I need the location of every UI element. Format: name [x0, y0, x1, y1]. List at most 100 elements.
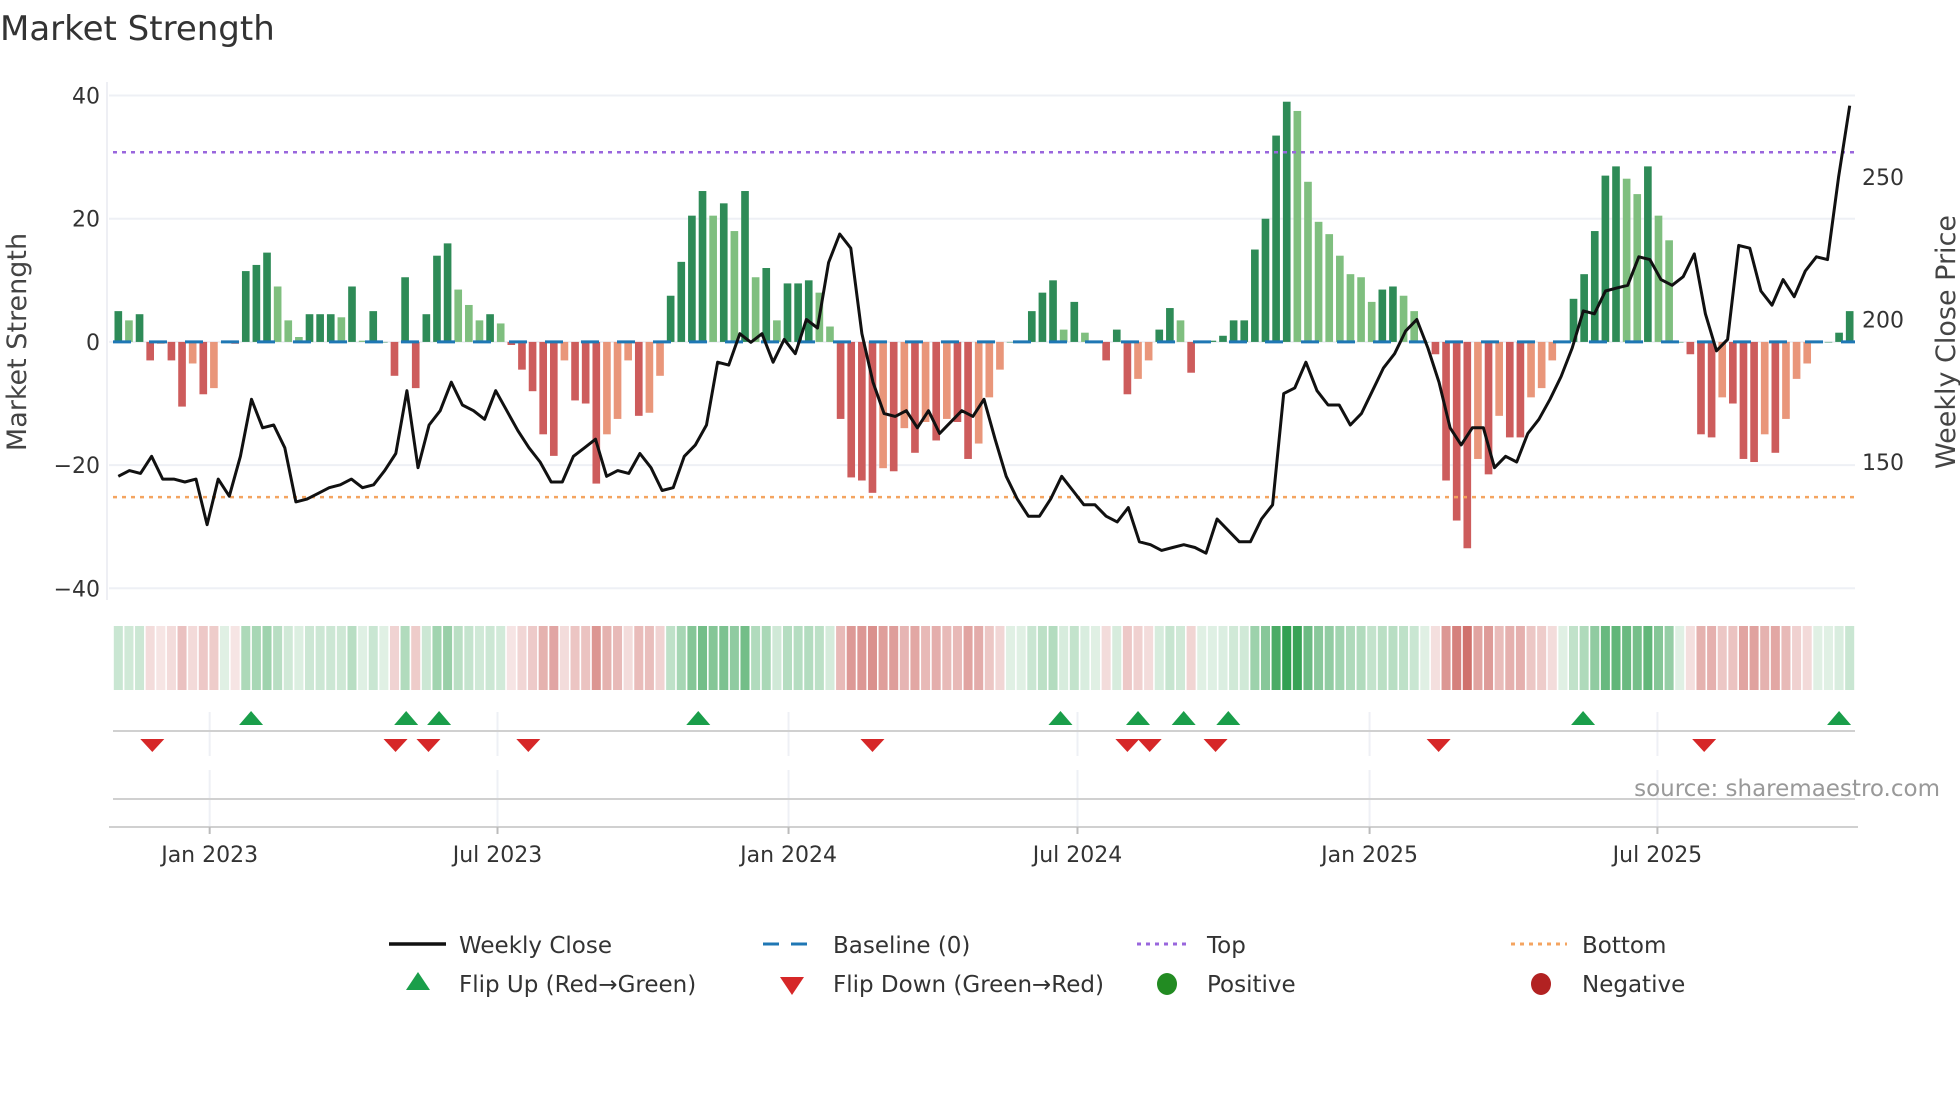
strip-cell [623, 626, 633, 690]
strip-cell [166, 626, 176, 690]
bar-negative [1548, 341, 1557, 361]
bar-negative [178, 341, 186, 407]
strip-cell [1802, 626, 1812, 690]
strip-cell [655, 626, 665, 690]
legend-label: Top [1206, 933, 1246, 959]
bar-positive [826, 326, 834, 342]
strip-cell [273, 626, 283, 690]
strip-cell [1484, 626, 1494, 690]
bar-positive [475, 320, 484, 342]
bar-negative [528, 341, 537, 392]
bar-positive [1155, 329, 1164, 342]
bar-positive [241, 271, 250, 342]
strip-cell [602, 626, 612, 690]
bar-positive [1304, 181, 1312, 342]
flip-down-marker [1203, 739, 1228, 752]
strip-cell [1823, 626, 1833, 690]
strip-cell [198, 626, 208, 690]
bar-positive [1176, 320, 1185, 342]
strip-cell [687, 626, 697, 690]
bar-positive [348, 286, 356, 342]
bar-positive [688, 215, 696, 342]
bar-negative [571, 341, 579, 401]
bar-negative [581, 341, 590, 404]
right-y-ticks: 150 200 250 [1862, 166, 1904, 476]
bar-positive [1590, 231, 1599, 342]
strip-cell [963, 626, 973, 690]
bar-negative [836, 341, 845, 419]
bar-negative [985, 341, 994, 398]
strip-cell [1494, 626, 1504, 690]
strip-cell [1547, 626, 1557, 690]
strip-cell [1696, 626, 1706, 690]
bar-positive [1580, 274, 1588, 342]
bar-negative [210, 341, 218, 389]
strip-cell [644, 626, 654, 690]
bar-negative [592, 341, 601, 484]
strip-cell [1069, 626, 1079, 690]
bar-negative [1760, 341, 1769, 435]
legend-label: Baseline (0) [833, 933, 970, 959]
strip-cell [1770, 626, 1780, 690]
strip-cell [1271, 626, 1281, 690]
bar-negative [613, 341, 622, 419]
bar-positive [1367, 301, 1376, 342]
strip-cell [931, 626, 941, 690]
strip-cell [1622, 626, 1632, 690]
strip-cell [1165, 626, 1175, 690]
bar-negative [964, 341, 972, 459]
bar-positive [741, 191, 749, 342]
strip-cell [1430, 626, 1440, 690]
bar-negative [858, 341, 866, 481]
strip-cell [1420, 626, 1430, 690]
market-strength-chart: Market Strength 40200−20−40 150200250 Ma… [0, 9, 1960, 998]
strip-cell [570, 626, 580, 690]
strip-cell [1006, 626, 1016, 690]
bar-positive [804, 280, 813, 342]
strip-cell [836, 626, 846, 690]
flip-up-marker [1171, 711, 1196, 725]
bar-positive [1251, 249, 1259, 342]
flip-down-marker [416, 739, 441, 752]
strip-cell [315, 626, 325, 690]
bar-positive [1166, 308, 1174, 342]
strip-cell [1473, 626, 1483, 690]
legend-label: Positive [1207, 972, 1296, 998]
strip-cell [910, 626, 920, 690]
bar-positive [719, 203, 728, 342]
strip-cell [899, 626, 909, 690]
strip-cell [113, 626, 123, 690]
bar-negative [411, 341, 420, 389]
strip-cell [1653, 626, 1664, 690]
x-tick-label: Jul 2025 [1611, 843, 1703, 868]
legend: Weekly Close Baseline (0) Top Bottom Fli… [389, 933, 1685, 998]
bar-negative [1495, 341, 1503, 416]
triangle-up-icon [406, 972, 430, 990]
strip-cell [389, 626, 399, 690]
circle-icon [1157, 973, 1177, 995]
legend-label: Bottom [1582, 933, 1666, 959]
bar-negative [1123, 341, 1132, 395]
bar-negative [1474, 341, 1482, 459]
bar-positive [1612, 166, 1620, 342]
bar-negative [1102, 341, 1110, 361]
bar-positive [443, 243, 452, 342]
strip-cell [220, 626, 230, 690]
strip-cell [1388, 626, 1398, 690]
source-label: source: sharemaestro.com [1634, 776, 1940, 802]
strip-cell [1441, 626, 1451, 690]
flip-down-marker [1137, 739, 1162, 752]
strip-cell [241, 626, 251, 690]
strip-cell [496, 626, 506, 690]
strip-cell [1239, 626, 1249, 690]
strip-cell [1707, 626, 1717, 690]
bar-negative [1463, 341, 1472, 549]
bar-positive [773, 320, 781, 342]
bar-negative [1803, 341, 1812, 364]
strip-cell [1526, 626, 1536, 690]
strip-cell [1781, 626, 1791, 690]
bar-positive [751, 277, 760, 342]
x-tick-label: Jan 2025 [1319, 843, 1418, 868]
strip-cell [1175, 626, 1186, 690]
strip-cell [634, 626, 644, 690]
